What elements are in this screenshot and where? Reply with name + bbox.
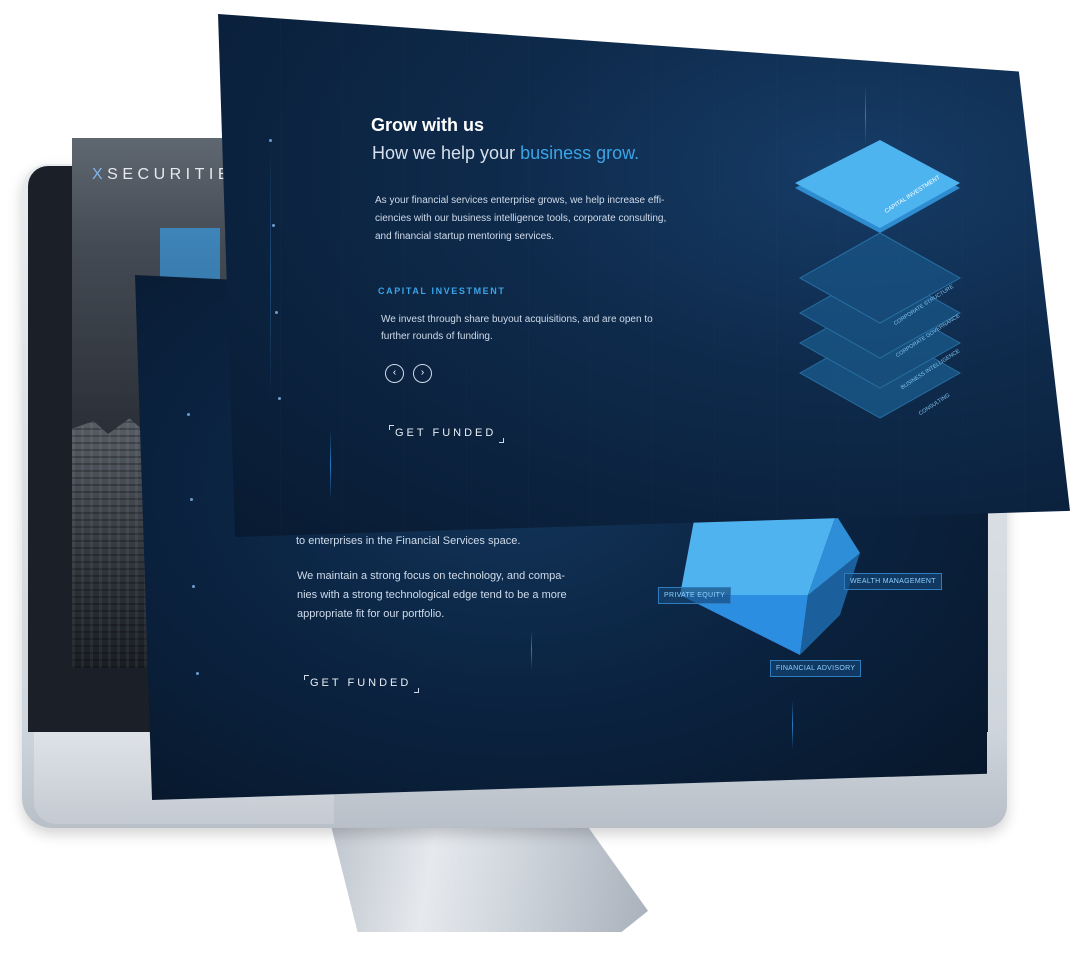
timeline-dot	[272, 224, 275, 227]
prev-button[interactable]: ‹	[385, 364, 404, 383]
prism-label-financial-advisory[interactable]: FINANCIAL ADVISORY	[770, 660, 862, 677]
middle-get-funded-button[interactable]: GET FUNDED	[303, 675, 420, 693]
subheading-text: How we help your	[372, 143, 521, 163]
middle-paragraph-line: We maintain a strong focus on technology…	[297, 570, 566, 582]
service-title: CAPITAL INVESTMENT	[378, 286, 506, 296]
intro-line: and financial startup mentoring services…	[375, 231, 554, 242]
chevron-right-icon: ›	[420, 367, 425, 378]
section-subheading: How we help your business grow.	[372, 143, 639, 164]
logo-x-mark: X	[92, 166, 108, 183]
service-description: We invest through share buyout acquisiti…	[381, 311, 671, 345]
middle-paragraph-line: nies with a strong technological edge te…	[297, 589, 567, 601]
section-heading: Grow with us	[371, 115, 485, 135]
intro-line: As your financial services enterprise gr…	[375, 195, 665, 206]
service-description-line: further rounds of funding.	[381, 331, 493, 342]
timeline-dot	[190, 498, 193, 501]
timeline-dot	[275, 311, 278, 314]
intro-paragraph: As your financial services enterprise gr…	[375, 192, 705, 246]
glow-line	[865, 85, 866, 145]
prism-label-private-equity[interactable]: PRIVATE EQUITY	[658, 587, 732, 604]
timeline-line	[270, 142, 271, 402]
prism-face-bottom	[680, 595, 808, 655]
layer-capital-investment[interactable]	[795, 140, 960, 228]
middle-paragraph: We maintain a strong focus on technology…	[297, 567, 587, 624]
glow-line	[531, 630, 532, 670]
next-button[interactable]: ›	[413, 364, 432, 383]
prism-label-wealth-management[interactable]: WEALTH MANAGEMENT	[844, 573, 942, 590]
timeline-dot	[196, 672, 199, 675]
glow-line	[330, 430, 331, 500]
middle-partial-line: to enterprises in the Financial Services…	[296, 535, 521, 547]
subheading-accent: business grow.	[520, 143, 640, 163]
intro-line: ciencies with our business intelligence …	[375, 213, 667, 224]
timeline-dot	[192, 585, 195, 588]
timeline-dot	[278, 397, 281, 400]
service-description-line: We invest through share buyout acquisiti…	[381, 314, 653, 325]
timeline-dot	[187, 413, 190, 416]
middle-paragraph-line: appropriate fit for our portfolio.	[297, 608, 445, 620]
get-funded-button[interactable]: GET FUNDED	[388, 425, 505, 443]
chevron-left-icon: ‹	[392, 367, 397, 378]
glow-line	[792, 700, 793, 750]
